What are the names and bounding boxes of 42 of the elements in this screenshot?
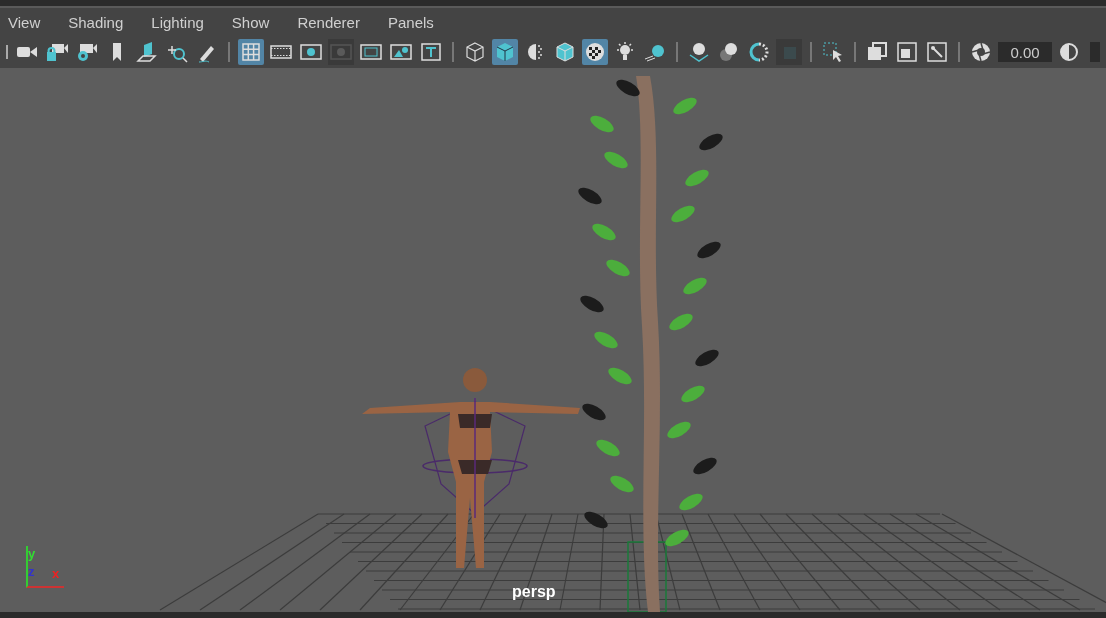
picture-frame-toggle[interactable] xyxy=(924,39,950,65)
menu-item[interactable]: Shading xyxy=(60,13,144,31)
number-field[interactable] xyxy=(1090,42,1100,62)
wire-cube-icon xyxy=(464,41,486,63)
bulb-icon xyxy=(614,41,636,63)
axis-label: y xyxy=(28,546,36,561)
menu-item[interactable]: View xyxy=(0,13,61,31)
picture-frame-icon xyxy=(926,41,948,63)
grid-icon xyxy=(240,41,262,63)
dot-frame-icon xyxy=(300,41,322,63)
image-icon xyxy=(390,41,412,63)
dark-frame-toggle[interactable] xyxy=(328,39,354,65)
solid-cube-icon xyxy=(494,41,516,63)
plane-icon xyxy=(136,41,158,63)
axis-label: z xyxy=(28,564,35,579)
camera-name: persp xyxy=(512,583,556,601)
sphere-plane-icon xyxy=(688,41,710,63)
spheres-icon xyxy=(718,41,740,63)
checker-icon xyxy=(584,41,606,63)
camera-gear-icon xyxy=(76,41,98,63)
stack-small-toggle[interactable] xyxy=(894,39,920,65)
select-box-icon xyxy=(822,41,844,63)
ring-icon xyxy=(748,41,770,63)
menu-item[interactable]: Lighting xyxy=(143,13,224,31)
grid-toggle[interactable] xyxy=(238,39,264,65)
aperture-icon xyxy=(970,41,992,63)
stack-icon xyxy=(866,41,888,63)
dark-frame-icon xyxy=(330,41,352,63)
camera-lock-icon xyxy=(46,41,68,63)
number-field[interactable]: 0.00 xyxy=(998,42,1052,62)
menu-item[interactable]: Renderer xyxy=(289,13,380,31)
menu-item[interactable]: Panels xyxy=(379,13,454,31)
checker-toggle[interactable] xyxy=(582,39,608,65)
plane-toggle[interactable] xyxy=(134,39,160,65)
stack-small-icon xyxy=(896,41,918,63)
menu-item[interactable]: Show xyxy=(223,13,290,31)
solid-cube-toggle[interactable] xyxy=(492,39,518,65)
axis-label: x xyxy=(52,566,60,581)
edged-cube-icon xyxy=(554,41,576,63)
text-frame-icon xyxy=(420,41,442,63)
contrast-icon xyxy=(1058,41,1080,63)
safe-icon xyxy=(360,41,382,63)
